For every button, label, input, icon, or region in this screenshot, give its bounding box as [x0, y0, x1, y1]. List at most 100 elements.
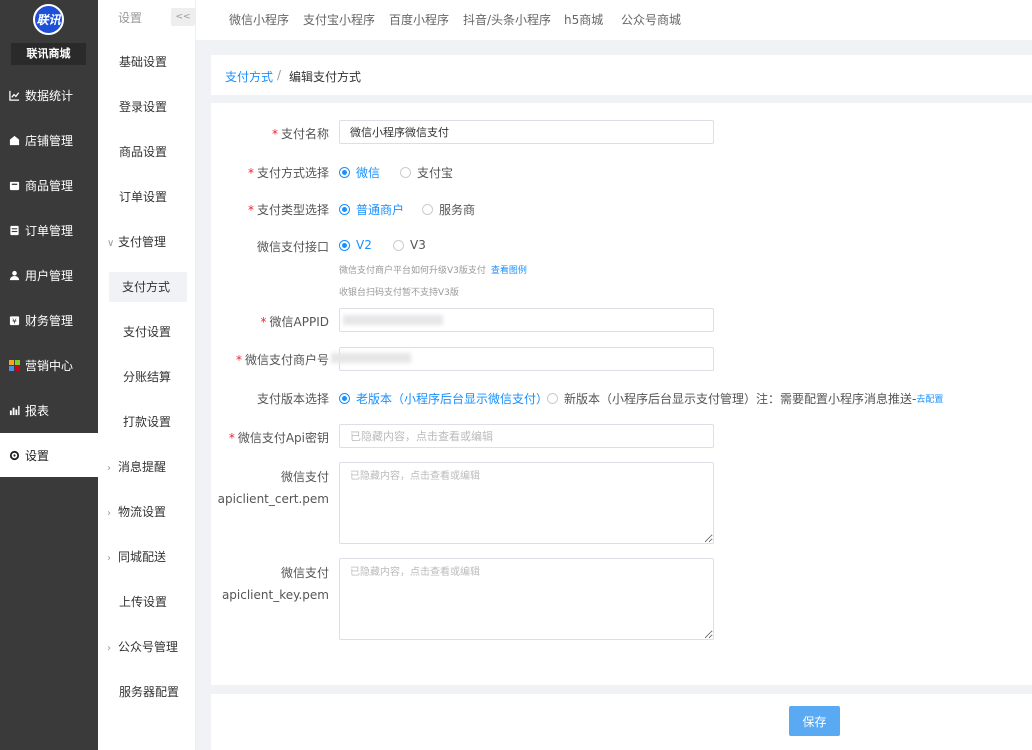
radio-dot [339, 167, 350, 178]
submenu-item-settlement[interactable]: 分账结算 [98, 362, 196, 392]
sidebar-item-label: 订单管理 [25, 223, 74, 238]
api-label: 微信支付接口 [256, 240, 329, 254]
payment-form: *支付名称 *支付方式选择 微信 支付宝 *支付类型选择 普通商户 服务商 微信… [211, 103, 1032, 685]
method-radio-alipay[interactable]: 支付宝 [400, 164, 453, 181]
redacted-value [331, 353, 411, 363]
api-hint: 微信支付商户平台如何升级V3版支付 查看图例 [339, 266, 527, 276]
breadcrumb: 支付方式 / 编辑支付方式 [211, 55, 1032, 95]
version-radio-old[interactable]: 老版本（小程序后台显示微信支付） [339, 390, 548, 407]
submenu-item-payment-method[interactable]: 支付方式 [109, 272, 187, 302]
submenu-group-delivery[interactable]: › 同城配送 [98, 542, 196, 572]
submenu-item-upload[interactable]: 上传设置 [98, 587, 196, 617]
key-label-line1: 微信支付 [280, 566, 329, 580]
version-radio-new[interactable]: 新版本（小程序后台显示支付管理）注：需要配置小程序消息推送- 去配置 [547, 390, 943, 407]
chart-line-icon [9, 90, 20, 101]
order-icon [10, 225, 19, 235]
radio-dot [339, 393, 350, 404]
sidebar-item-goods[interactable]: 商品管理 [0, 163, 98, 207]
radio-dot [547, 393, 558, 404]
submenu-group-payment[interactable]: ∨ 支付管理 [98, 227, 196, 257]
sidebar-item-stats[interactable]: 数据统计 [0, 73, 98, 117]
sidebar-item-label: 设置 [25, 448, 50, 463]
tab-baidu-mini[interactable]: 百度小程序 [389, 11, 449, 28]
submenu-title: 设置 [118, 11, 143, 25]
submenu-item-server[interactable]: 服务器配置 [98, 677, 196, 707]
submenu-group-label: 支付管理 [118, 235, 167, 249]
tab-douyin-mini[interactable]: 抖音/头条小程序 [463, 11, 551, 28]
chevron-right-icon: › [107, 508, 111, 519]
key-label-line2: apiclient_key.pem [221, 588, 329, 602]
key-textarea[interactable] [339, 558, 714, 640]
submenu-item-orders[interactable]: 订单设置 [98, 182, 196, 212]
sidebar-item-finance[interactable]: ¥ 财务管理 [0, 298, 98, 342]
type-label: * 支付类型选择 [247, 203, 329, 217]
appid-label: * 微信APPID [260, 315, 329, 329]
sidebar-item-marketing[interactable]: 营销中心 [0, 343, 98, 387]
tab-official-account[interactable]: 公众号商城 [621, 11, 681, 28]
configure-link[interactable]: 去配置 [916, 392, 943, 405]
sidebar-item-reports[interactable]: 报表 [0, 388, 98, 432]
submenu-group-logistics[interactable]: › 物流设置 [98, 497, 196, 527]
submenu-group-messages[interactable]: › 消息提醒 [98, 452, 196, 482]
box-icon [9, 181, 20, 190]
type-radio-service[interactable]: 服务商 [422, 201, 475, 218]
cert-textarea[interactable] [339, 462, 714, 544]
api-radio-v3[interactable]: V3 [393, 238, 426, 252]
view-example-link[interactable]: 查看图例 [491, 266, 527, 276]
apikey-input[interactable] [339, 424, 714, 448]
brand-name: 联讯商城 [11, 43, 86, 65]
submenu-group-official-account[interactable]: › 公众号管理 [98, 632, 196, 662]
radio-dot [339, 239, 350, 251]
sidebar-item-label: 店铺管理 [25, 133, 74, 148]
tab-wechat-mini[interactable]: 微信小程序 [229, 11, 289, 28]
footer-bar: 保存 [211, 694, 1032, 750]
sidebar-item-orders[interactable]: 订单管理 [0, 208, 98, 252]
radio-dot [393, 239, 404, 251]
name-label: * 支付名称 [271, 127, 329, 141]
tab-h5[interactable]: h5商城 [564, 11, 603, 28]
apikey-label: * 微信支付Api密钥 [228, 431, 329, 445]
breadcrumb-link[interactable]: 支付方式 [225, 68, 273, 85]
api-radio-v2[interactable]: V2 [339, 238, 372, 252]
submenu-item-login[interactable]: 登录设置 [98, 92, 196, 122]
submenu-group-label: 消息提醒 [118, 460, 167, 474]
collapse-button[interactable]: << [171, 8, 195, 26]
submenu-item-payment-settings[interactable]: 支付设置 [98, 317, 196, 347]
marketing-icon [9, 359, 20, 371]
radio-dot [339, 204, 350, 215]
payment-name-input[interactable] [339, 120, 714, 144]
chevron-right-icon: › [107, 553, 111, 564]
type-radio-normal[interactable]: 普通商户 [339, 201, 404, 218]
submenu-item-goods[interactable]: 商品设置 [98, 137, 196, 167]
sidebar-item-label: 用户管理 [25, 268, 74, 283]
radio-dot [400, 167, 411, 178]
submenu-item-basic[interactable]: 基础设置 [98, 47, 196, 77]
store-icon [9, 135, 20, 145]
top-nav: 微信小程序 支付宝小程序 百度小程序 抖音/头条小程序 h5商城 公众号商城 [196, 0, 1032, 40]
cert-label-line1: 微信支付 [280, 470, 329, 484]
sidebar-item-store[interactable]: 店铺管理 [0, 118, 98, 162]
sidebar-item-label: 报表 [25, 403, 50, 418]
sidebar-item-settings[interactable]: 设置 [0, 433, 98, 477]
user-icon [9, 270, 20, 280]
radio-dot [422, 204, 433, 215]
bar-chart-icon [9, 405, 20, 415]
chevron-right-icon: › [107, 463, 111, 474]
submenu-header: 设置 << [98, 0, 196, 32]
save-button[interactable]: 保存 [789, 706, 840, 736]
redacted-value [343, 315, 443, 325]
gear-icon [9, 450, 20, 460]
cert-label-line2: apiclient_cert.pem [217, 492, 329, 506]
api-hint-2: 收银台扫码支付暂不支持V3版 [339, 288, 459, 298]
logo: 联讯 [33, 4, 64, 35]
tab-alipay-mini[interactable]: 支付宝小程序 [303, 11, 375, 28]
logo-area: 联讯 联讯商城 [0, 0, 98, 70]
svg-text:¥: ¥ [12, 316, 17, 325]
submenu-group-label: 公众号管理 [118, 640, 179, 654]
submenu-item-transfer[interactable]: 打款设置 [98, 407, 196, 437]
version-label: 支付版本选择 [256, 392, 329, 406]
sidebar-item-users[interactable]: 用户管理 [0, 253, 98, 297]
method-radio-wechat[interactable]: 微信 [339, 164, 380, 181]
sidebar-item-label: 财务管理 [25, 313, 74, 328]
submenu-group-label: 同城配送 [118, 550, 167, 564]
